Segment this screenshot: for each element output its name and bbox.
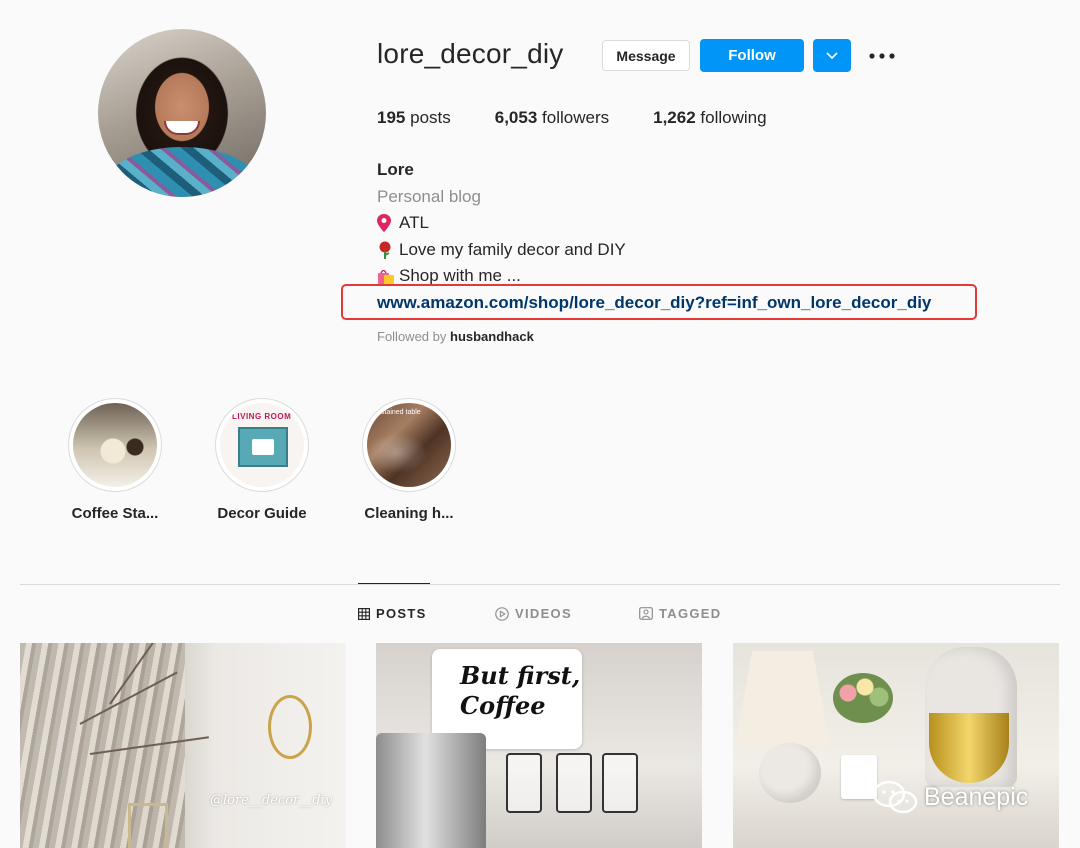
highlight-ring (68, 398, 162, 492)
highlight-cover-image: stained table (367, 403, 451, 487)
chevron-down-icon (826, 51, 838, 59)
followers-stat[interactable]: 6,053 followers (495, 108, 609, 128)
vase-graphic (128, 803, 168, 848)
shopping-bags-icon (377, 267, 399, 285)
pin-icon (377, 214, 399, 233)
bio-category: Personal blog (377, 186, 481, 206)
espresso-machine-graphic (376, 733, 486, 848)
jar-graphic (556, 753, 592, 813)
message-button[interactable]: Message (602, 40, 690, 71)
bio-line-love: Love my family decor and DIY (377, 237, 931, 264)
following-stat-label: following (700, 108, 767, 127)
highlight-cover-image: LIVING ROOM (220, 403, 304, 487)
flowers-graphic (833, 673, 893, 723)
followed-by[interactable]: Followed by husbandhack (377, 329, 534, 344)
highlight-cover-text: LIVING ROOM (232, 412, 292, 421)
tag-portrait-icon (639, 607, 653, 620)
followed-by-prefix: Followed by (377, 329, 447, 344)
active-tab-indicator (358, 583, 430, 584)
highlight-label: Coffee Sta... (71, 505, 159, 522)
tab-tagged[interactable]: TAGGED (639, 606, 721, 621)
followers-count: 6,053 (494, 108, 538, 127)
avatar-smile (164, 121, 200, 135)
sconce-graphic (268, 695, 312, 759)
post-watermark: @lore__decor__diy (210, 793, 333, 808)
chat-bubbles-icon (872, 780, 918, 814)
avatar-shirt (108, 147, 256, 197)
more-options-button[interactable] (866, 44, 898, 68)
bio-location-text: ATL (399, 213, 429, 232)
bio-line-location: ATL (377, 210, 931, 237)
sign-line-2: Coffee (460, 691, 546, 720)
highlight-cleaning[interactable]: stained table Cleaning h... (349, 398, 469, 522)
profile-username: lore_decor_diy (377, 38, 564, 69)
following-count: 1,262 (653, 108, 696, 127)
highlight-coffee-station[interactable]: Coffee Sta... (55, 398, 175, 522)
coffee-sign-text: But first, Coffee (460, 661, 580, 721)
bio-love-text: Love my family decor and DIY (399, 239, 626, 259)
tab-videos-label: VIDEOS (515, 606, 572, 621)
suggested-dropdown-button[interactable] (813, 39, 851, 72)
grid-icon (358, 607, 370, 620)
highlight-cover-image (73, 403, 157, 487)
highlight-ring: LIVING ROOM (215, 398, 309, 492)
lamp-shade-graphic (735, 651, 830, 746)
overlay-watermark: Beanepic (872, 780, 1028, 814)
jar-graphic (506, 753, 542, 813)
followers-stat-label: followers (542, 108, 610, 127)
bio-name: Lore (377, 160, 414, 179)
tab-videos[interactable]: VIDEOS (495, 606, 572, 621)
tab-posts-label: POSTS (376, 606, 427, 621)
profile-avatar[interactable] (98, 29, 266, 197)
jar-graphic (602, 753, 638, 813)
following-stat[interactable]: 1,262 following (653, 108, 766, 128)
posts-stat: 195 posts (377, 108, 451, 128)
tab-posts[interactable]: POSTS (358, 606, 427, 621)
profile-stats: 195 posts 6,053 followers 1,262 followin… (377, 108, 811, 128)
more-horizontal-icon (869, 53, 895, 59)
sign-line-1: But first, (460, 661, 581, 690)
follow-button[interactable]: Follow (700, 39, 804, 72)
post-thumbnail-3[interactable] (733, 643, 1059, 848)
tab-tagged-label: TAGGED (659, 606, 722, 621)
tabs-divider (20, 584, 1060, 585)
posts-stat-label: posts (410, 108, 451, 127)
highlight-ring: stained table (362, 398, 456, 492)
link-highlight-box (341, 284, 977, 320)
play-circle-icon (495, 606, 509, 621)
highlight-label: Decor Guide (217, 505, 307, 522)
highlight-label: Cleaning h... (364, 505, 454, 522)
overlay-watermark-text: Beanepic (924, 782, 1029, 811)
room-plan-graphic (238, 427, 288, 467)
posts-count: 195 (377, 108, 406, 127)
lamp-base-graphic (759, 743, 821, 803)
highlight-decor-guide[interactable]: LIVING ROOM Decor Guide (202, 398, 322, 522)
rose-icon (377, 241, 399, 259)
post-thumbnail-1[interactable]: @lore__decor__diy (20, 643, 346, 848)
highlight-cover-text: stained table (381, 409, 421, 416)
followed-by-user[interactable]: husbandhack (450, 329, 534, 344)
post-thumbnail-2[interactable]: But first, Coffee (376, 643, 702, 848)
